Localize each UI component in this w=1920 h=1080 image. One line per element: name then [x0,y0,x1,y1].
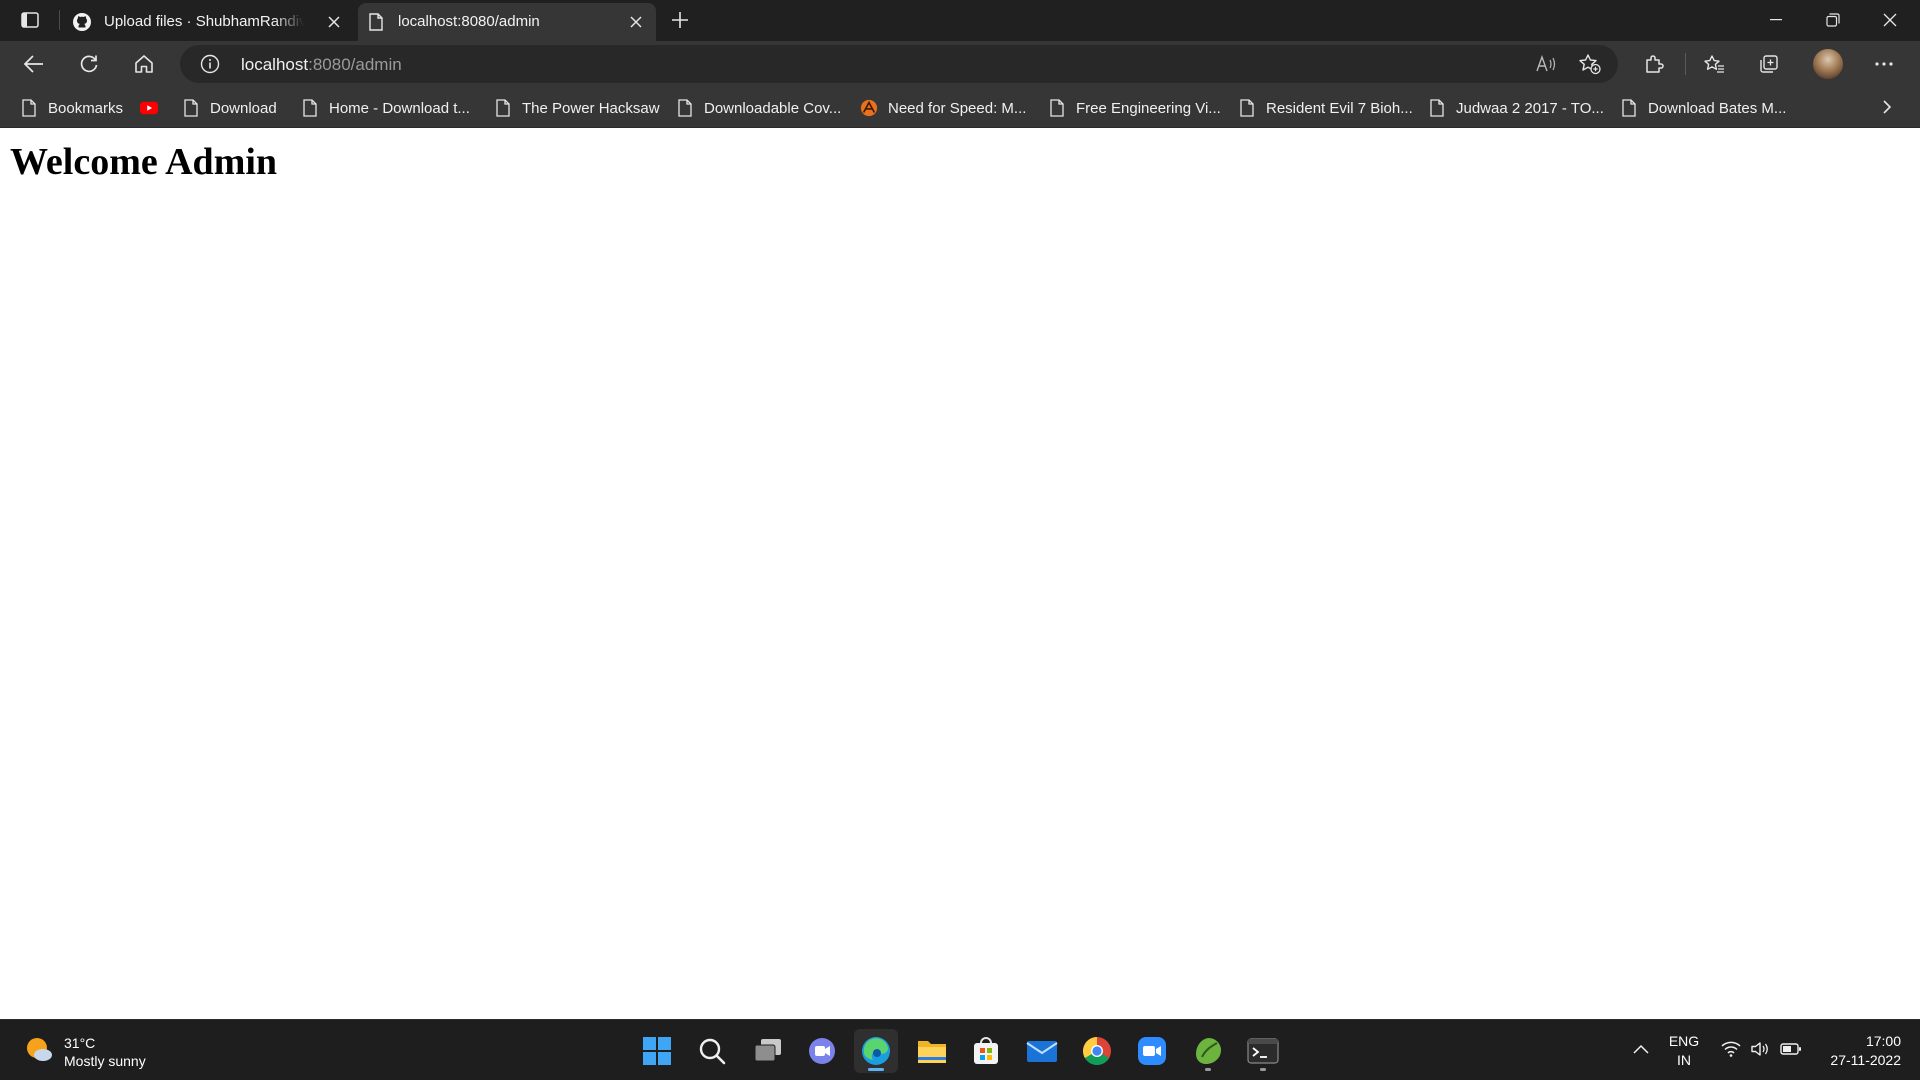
refresh-icon[interactable] [71,47,107,81]
running-app-indicator [1260,1068,1266,1071]
bookmark-item[interactable]: Downloadable Cov... [676,96,841,120]
zoom-icon[interactable] [1130,1029,1174,1073]
chevron-right-icon[interactable] [1877,97,1897,117]
bookmark-label: The Power Hacksaw [522,99,660,117]
bookmark-label: Home - Download t... [329,99,470,117]
close-tab-icon[interactable] [626,12,646,32]
home-icon[interactable] [126,47,162,81]
teams-chat-icon[interactable] [800,1029,844,1073]
tab-strip-divider [59,10,60,30]
url-path: :8080/admin [308,55,402,74]
page-icon [1048,98,1066,118]
mail-icon[interactable] [1020,1029,1064,1073]
url-host: localhost [241,55,309,74]
collections-icon[interactable] [1751,47,1787,81]
add-favorite-icon[interactable] [1578,53,1602,75]
start-icon[interactable] [635,1029,679,1073]
volume-icon[interactable] [1748,1034,1772,1064]
new-tab-icon[interactable] [666,8,694,32]
weather-condition: Mostly sunny [64,1053,146,1069]
page-content: Welcome Admin [0,128,1920,1019]
task-view-icon[interactable] [746,1029,790,1073]
windows-taskbar: 31°C Mostly sunny ENG IN 17:00 27-11-202… [0,1019,1920,1080]
page-icon [1620,98,1638,118]
bookmark-label: Judwaa 2 2017 - TO... [1456,99,1604,117]
chrome-icon[interactable] [1075,1029,1119,1073]
page-icon [301,98,319,118]
bookmark-item[interactable]: Free Engineering Vi... [1048,96,1221,120]
page-icon [366,12,386,32]
bookmark-item[interactable]: The Power Hacksaw [494,96,660,120]
tab-actions-icon[interactable] [14,8,46,32]
region-code: IN [1677,1052,1691,1068]
nfs-icon [860,98,878,118]
browser-tab-strip: Upload files · ShubhamRandive1/ localhos… [0,0,1920,41]
tab-title: localhost:8080/admin [398,13,540,30]
bookmark-item[interactable]: Judwaa 2 2017 - TO... [1428,96,1604,120]
bookmark-label: Downloadable Cov... [704,99,842,117]
file-explorer-icon[interactable] [910,1029,954,1073]
system-clock[interactable]: 17:00 27-11-2022 [1815,1032,1901,1070]
language-indicator[interactable]: ENG IN [1664,1032,1704,1070]
bookmark-item[interactable]: Bookmarks [20,96,123,120]
tab-upload-files[interactable]: Upload files · ShubhamRandive1/ [64,3,354,41]
profile-avatar[interactable] [1813,49,1843,79]
wifi-icon[interactable] [1720,1034,1742,1064]
bookmark-label: Bookmarks [48,99,124,117]
active-app-indicator [868,1068,884,1071]
bookmark-label: Resident Evil 7 Bioh... [1266,99,1413,117]
store-icon[interactable] [964,1029,1008,1073]
browser-toolbar: localhost:8080/admin [0,41,1920,87]
bookmark-item[interactable]: Resident Evil 7 Bioh... [1238,96,1413,120]
extensions-icon[interactable] [1636,47,1672,81]
tab-localhost-admin[interactable]: localhost:8080/admin [358,3,656,41]
page-icon [1238,98,1256,118]
bookmark-item[interactable]: Home - Download t... [301,96,470,120]
bookmarks-bar: Bookmarks Download Home - Download t... … [0,87,1920,128]
close-window-icon[interactable] [1862,0,1918,40]
toolbar-divider [1685,53,1686,75]
page-heading: Welcome Admin [10,141,278,183]
minimize-icon[interactable] [1748,0,1804,40]
bookmark-item[interactable]: Download Bates M... [1620,96,1786,120]
clock-time: 17:00 [1865,1033,1901,1049]
page-icon [1428,98,1446,118]
bookmark-youtube[interactable] [140,96,168,120]
weather-temp: 31°C [64,1035,96,1051]
language-code: ENG [1668,1033,1700,1049]
weather-widget[interactable]: 31°C Mostly sunny [24,1032,146,1072]
battery-icon[interactable] [1778,1034,1804,1064]
chevron-up-icon[interactable] [1630,1034,1652,1064]
bookmark-label: Download Bates M... [1648,99,1787,117]
terminal-icon[interactable] [1241,1029,1285,1073]
more-options-icon[interactable] [1866,47,1902,81]
bookmark-label: Need for Speed: M... [888,99,1027,117]
bookmark-item[interactable]: Need for Speed: M... [860,96,1026,120]
bookmark-item[interactable]: Download [182,96,277,120]
address-url[interactable]: localhost:8080/admin [241,55,402,75]
close-tab-icon[interactable] [324,12,344,32]
page-icon [20,98,38,118]
youtube-icon [140,98,158,118]
weather-sunny-icon [24,1035,54,1070]
bookmark-label: Download [210,99,277,117]
back-icon[interactable] [16,47,52,81]
search-icon[interactable] [690,1029,734,1073]
page-icon [676,98,694,118]
site-info-icon[interactable] [200,54,220,74]
edge-icon[interactable] [854,1029,898,1073]
address-bar[interactable]: localhost:8080/admin [180,45,1618,83]
spring-tool-suite-icon[interactable] [1186,1029,1230,1073]
page-icon [182,98,200,118]
read-aloud-icon[interactable] [1534,53,1558,75]
tab-title: Upload files · ShubhamRandive1/ [104,13,304,30]
clock-date: 27-11-2022 [1830,1052,1901,1068]
favorites-icon[interactable] [1696,47,1732,81]
github-icon [72,12,92,32]
bookmark-label: Free Engineering Vi... [1076,99,1221,117]
running-app-indicator [1205,1068,1211,1071]
restore-icon[interactable] [1805,0,1861,40]
page-icon [494,98,512,118]
